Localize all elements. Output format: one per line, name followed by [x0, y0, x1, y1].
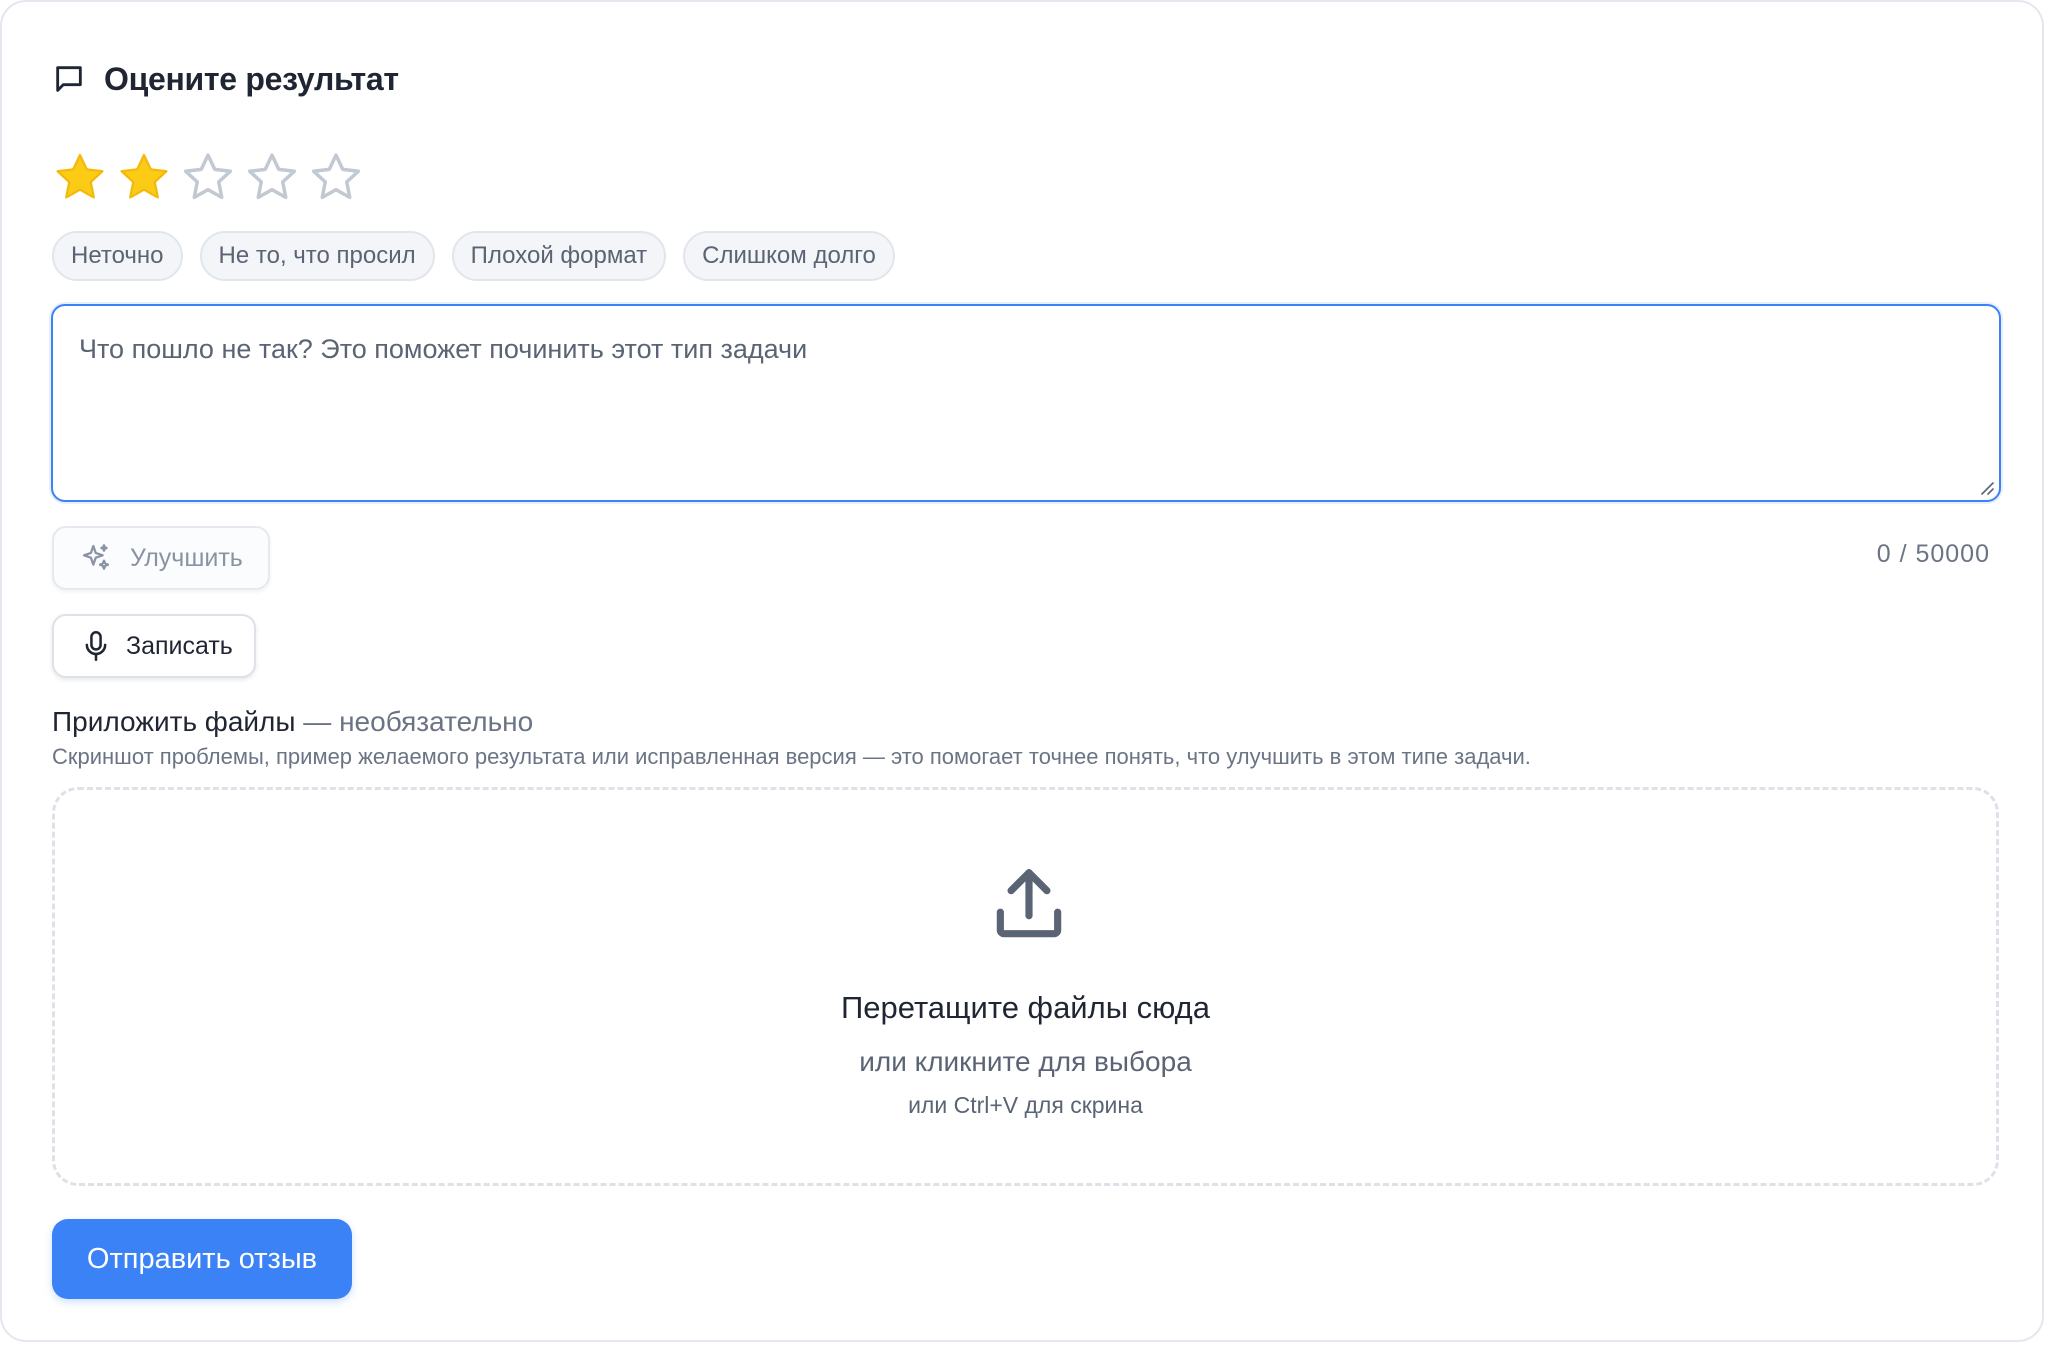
submit-feedback-button[interactable]: Отправить отзыв — [52, 1219, 352, 1299]
attach-files-hint: Скриншот проблемы, пример желаемого резу… — [52, 744, 1531, 769]
reason-chip[interactable]: Слишком долго — [683, 231, 895, 281]
improve-button[interactable]: Улучшить — [52, 526, 270, 590]
star-rating — [52, 150, 364, 206]
record-button-label: Записать — [126, 631, 233, 660]
card-title: Оцените результат — [104, 60, 399, 97]
reason-chip[interactable]: Неточно — [52, 231, 183, 281]
reason-chip[interactable]: Не то, что просил — [199, 231, 435, 281]
attach-title-text: Приложить файлы — [52, 706, 296, 737]
resize-grip-icon[interactable] — [1979, 480, 1995, 496]
dropzone-main-text: Перетащите файлы сюда — [840, 990, 1211, 1025]
dropzone-paste-hint: или Ctrl+V для скрина — [908, 1092, 1143, 1118]
char-counter: 0 / 50000 — [1876, 540, 1990, 568]
dropzone-sub-text: или кликните для выбора — [859, 1046, 1192, 1077]
improve-button-label: Улучшить — [130, 543, 243, 572]
star-empty-icon[interactable] — [308, 150, 364, 206]
message-square-icon — [56, 66, 82, 92]
file-dropzone[interactable]: Перетащите файлы сюда или кликните для в… — [52, 787, 1999, 1186]
quick-reason-chips: Неточно Не то, что просил Плохой формат Сли… — [52, 231, 895, 281]
record-button[interactable]: Записать — [52, 614, 256, 678]
microphone-icon — [85, 631, 107, 661]
star-filled-icon[interactable] — [52, 150, 108, 206]
upload-icon — [996, 869, 1062, 938]
attach-files-title: Приложить файлы — необязательно — [52, 706, 533, 738]
star-empty-icon[interactable] — [180, 150, 236, 206]
feedback-card: Оцените результат Неточно Не то, что прос… — [0, 0, 2044, 1342]
star-empty-icon[interactable] — [244, 150, 300, 206]
star-filled-icon[interactable] — [116, 150, 172, 206]
reason-chip[interactable]: Плохой формат — [451, 231, 667, 281]
card-header: Оцените результат — [52, 58, 399, 100]
attach-optional-text: — необязательно — [295, 706, 534, 737]
feedback-textarea[interactable] — [53, 306, 1999, 500]
feedback-textarea-wrapper — [51, 304, 2001, 502]
sparkles-icon — [82, 544, 110, 570]
